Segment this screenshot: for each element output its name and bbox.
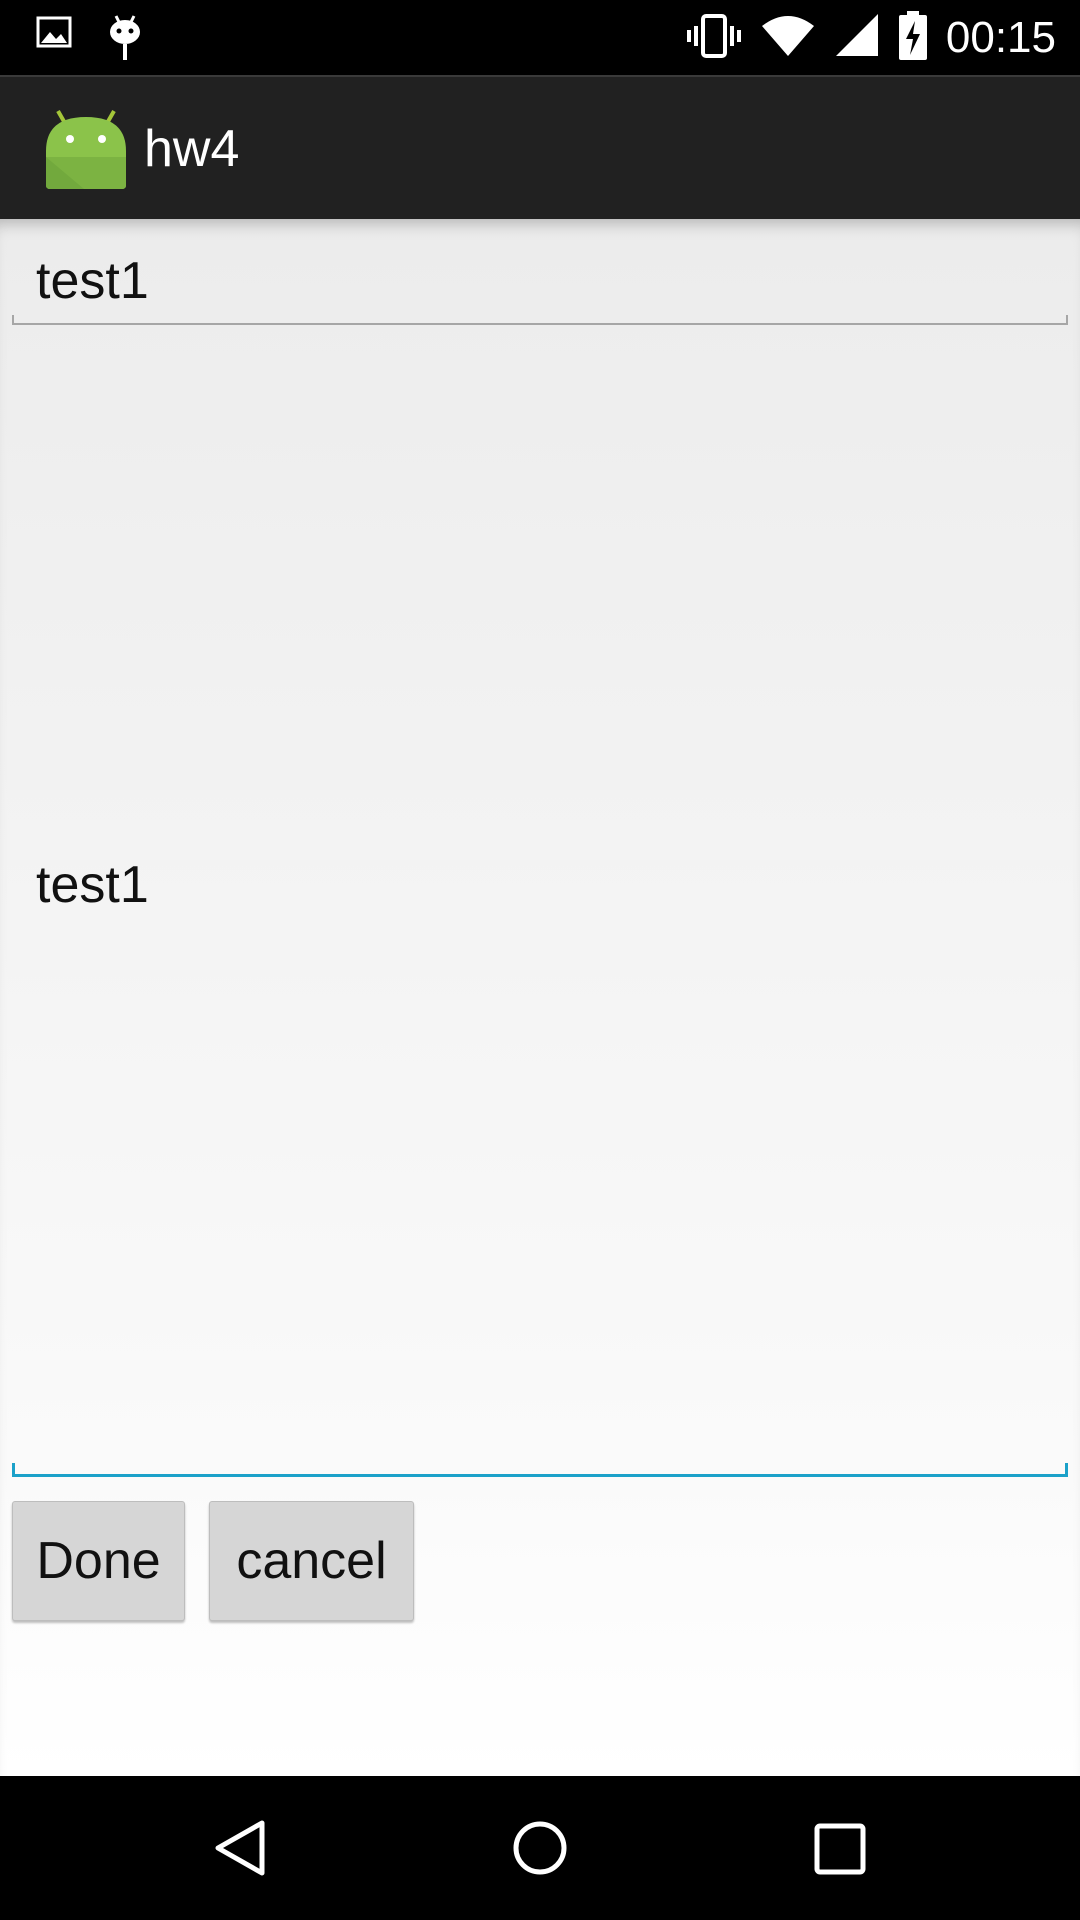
status-bar: 00:15 (0, 0, 1080, 75)
note-editor: test1 test1 Done cancel (0, 219, 1080, 1776)
home-icon[interactable] (510, 1818, 570, 1882)
vibrate-icon (686, 12, 742, 64)
wifi-icon (760, 12, 816, 64)
android-debug-icon (108, 14, 142, 66)
status-time: 00:15 (945, 13, 1056, 62)
body-field-value: test1 (36, 856, 149, 914)
done-button[interactable]: Done (12, 1501, 185, 1621)
system-icons: 00:15 (686, 10, 1056, 66)
cancel-button[interactable]: cancel (209, 1501, 414, 1621)
title-field[interactable]: test1 (12, 249, 1068, 325)
android-app-icon (44, 107, 128, 195)
battery-charging-icon (898, 11, 928, 65)
title-field-value: test1 (36, 252, 149, 310)
recents-icon[interactable] (812, 1818, 868, 1882)
navigation-bar (0, 1776, 1080, 1920)
body-field[interactable]: test1 (12, 349, 1068, 1477)
app-bar: hw4 (0, 75, 1080, 219)
app-title: hw4 (144, 120, 240, 178)
back-icon[interactable] (210, 1818, 270, 1882)
notification-icons (36, 14, 142, 66)
image-icon (36, 14, 72, 66)
signal-icon (834, 12, 880, 64)
